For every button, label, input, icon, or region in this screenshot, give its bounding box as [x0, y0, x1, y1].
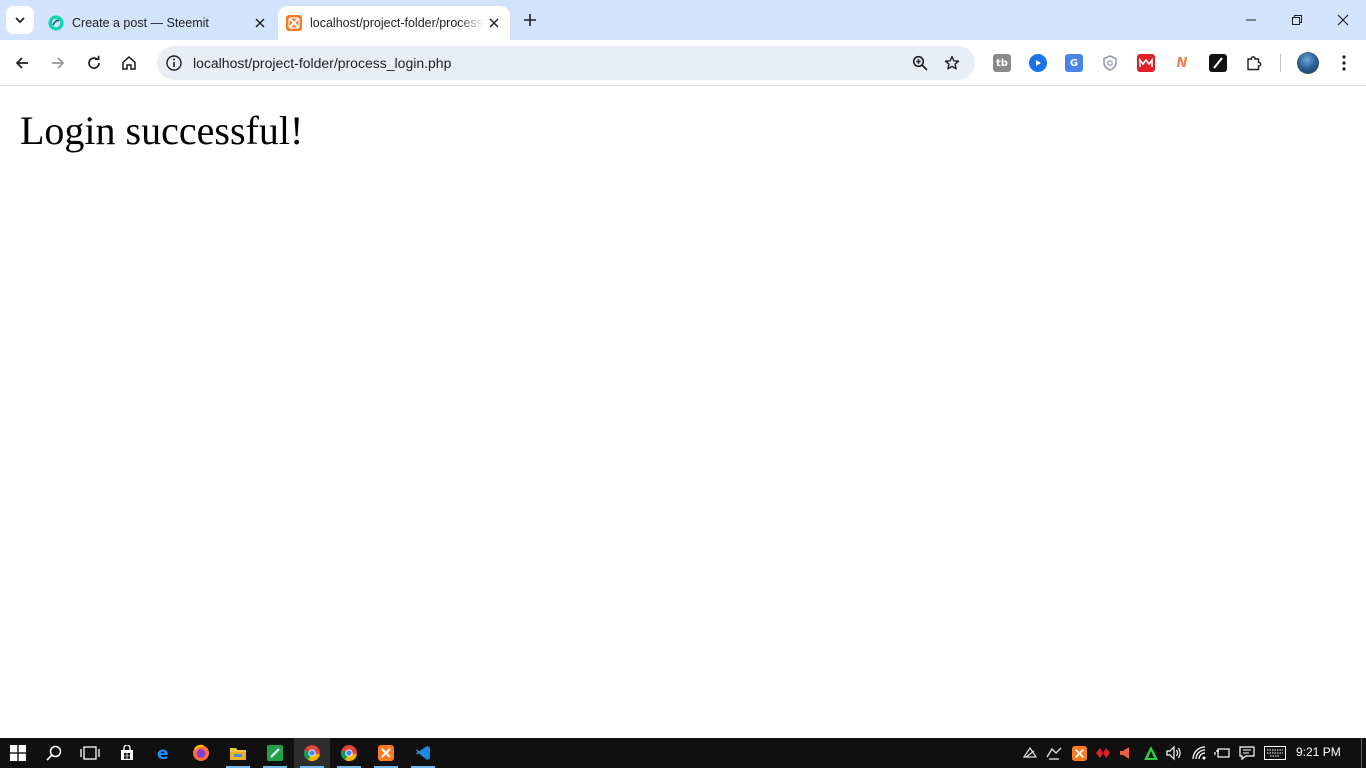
- tray-red-app-icon[interactable]: [1095, 745, 1111, 761]
- close-icon: [1337, 14, 1349, 26]
- green-app-button[interactable]: [257, 738, 293, 768]
- chrome-profile-button[interactable]: [331, 738, 367, 768]
- extensions-puzzle-icon[interactable]: [1245, 54, 1263, 72]
- edge-button[interactable]: e: [146, 738, 182, 768]
- tray-megaphone-icon[interactable]: [1118, 745, 1134, 761]
- chrome-icon: [303, 745, 320, 762]
- arrow-right-icon: [52, 57, 65, 69]
- xampp-button[interactable]: [368, 738, 404, 768]
- xampp-icon: [286, 15, 302, 31]
- arrow-left-icon: [15, 57, 28, 69]
- start-icon: [10, 745, 26, 761]
- tray-green-triangle-icon[interactable]: [1143, 745, 1159, 761]
- url-text[interactable]: localhost/project-folder/process_login.p…: [193, 55, 451, 71]
- back-button[interactable]: [8, 49, 36, 77]
- file-explorer-button[interactable]: [220, 738, 256, 768]
- tray-xampp-icon[interactable]: [1071, 745, 1087, 761]
- tab-steemit[interactable]: Create a post — Steemit: [40, 6, 276, 40]
- search-button[interactable]: [36, 738, 72, 768]
- action-center-icon[interactable]: [1239, 745, 1255, 761]
- chrome-button[interactable]: [294, 738, 330, 768]
- start-button[interactable]: [0, 738, 36, 768]
- ext-shield-icon[interactable]: [1101, 54, 1119, 72]
- svg-text:e: e: [157, 744, 169, 762]
- show-desktop-button[interactable]: [1361, 738, 1362, 768]
- close-tab-icon[interactable]: [484, 13, 504, 33]
- steemit-icon: [48, 15, 64, 31]
- address-bar[interactable]: localhost/project-folder/process_login.p…: [157, 46, 975, 80]
- keyboard-icon[interactable]: [1263, 745, 1287, 761]
- xampp-icon: [378, 745, 394, 761]
- green-app-icon: [267, 745, 283, 761]
- store-icon: [121, 745, 133, 760]
- tab-title: localhost/project-folder/process_login.p…: [310, 16, 484, 30]
- plus-icon: [524, 14, 536, 26]
- battery-icon[interactable]: [1214, 745, 1230, 761]
- ext-mega-icon[interactable]: [1137, 54, 1155, 72]
- star-icon: [944, 55, 960, 70]
- vscode-icon: [416, 746, 430, 760]
- browser-menu-button[interactable]: [1333, 52, 1355, 74]
- search-icon: [46, 745, 62, 761]
- tray-app-icon[interactable]: [1046, 745, 1062, 761]
- file-explorer-icon: [230, 748, 246, 760]
- close-window-button[interactable]: [1320, 0, 1366, 40]
- bookmark-button[interactable]: [941, 52, 963, 74]
- close-tab-icon[interactable]: [250, 13, 270, 33]
- toolbar-divider: [1280, 54, 1281, 72]
- info-icon[interactable]: [165, 54, 183, 72]
- zoom-button[interactable]: [909, 52, 931, 74]
- browser-toolbar: localhost/project-folder/process_login.p…: [0, 40, 1366, 86]
- reload-icon: [88, 55, 100, 69]
- chevron-down-icon: [15, 17, 25, 24]
- firefox-button[interactable]: [183, 738, 219, 768]
- zoom-in-icon: [912, 55, 928, 71]
- home-icon: [122, 55, 136, 70]
- task-view-icon: [80, 746, 100, 760]
- tab-title: Create a post — Steemit: [72, 16, 209, 30]
- restore-icon: [1292, 15, 1302, 25]
- page-heading: Login successful!: [20, 108, 304, 153]
- reload-button[interactable]: [80, 49, 108, 77]
- vscode-button[interactable]: [405, 738, 441, 768]
- ext-slash-icon[interactable]: [1209, 54, 1227, 72]
- profile-avatar[interactable]: [1297, 52, 1319, 74]
- minimize-button[interactable]: [1228, 0, 1274, 40]
- ext-tb-icon[interactable]: tb: [993, 54, 1011, 72]
- edge-icon: e: [157, 744, 169, 762]
- minimize-icon: [1246, 19, 1256, 21]
- windows-taskbar: e 9:21 PM: [0, 738, 1366, 768]
- ext-play-icon[interactable]: [1029, 54, 1047, 72]
- more-vertical-icon: [1342, 55, 1346, 71]
- tab-process-login[interactable]: localhost/project-folder/process_login.p…: [278, 6, 510, 40]
- volume-icon[interactable]: [1166, 745, 1182, 761]
- tab-search-button[interactable]: [6, 6, 34, 34]
- new-tab-button[interactable]: [518, 8, 542, 32]
- taskbar-clock[interactable]: 9:21 PM: [1296, 745, 1341, 759]
- chrome-profile-icon: [340, 745, 357, 762]
- ext-translate-icon[interactable]: G: [1065, 54, 1083, 72]
- firefox-icon: [193, 744, 209, 761]
- forward-button[interactable]: [44, 49, 72, 77]
- restore-button[interactable]: [1274, 0, 1320, 40]
- ext-n-icon[interactable]: N: [1173, 54, 1191, 72]
- wifi-icon[interactable]: [1191, 745, 1207, 761]
- store-button[interactable]: [109, 738, 145, 768]
- tray-app-icon[interactable]: [1022, 745, 1038, 761]
- tab-strip: Create a post — Steemit localhost/projec…: [0, 0, 1366, 40]
- task-view-button[interactable]: [72, 738, 108, 768]
- home-button[interactable]: [115, 49, 143, 77]
